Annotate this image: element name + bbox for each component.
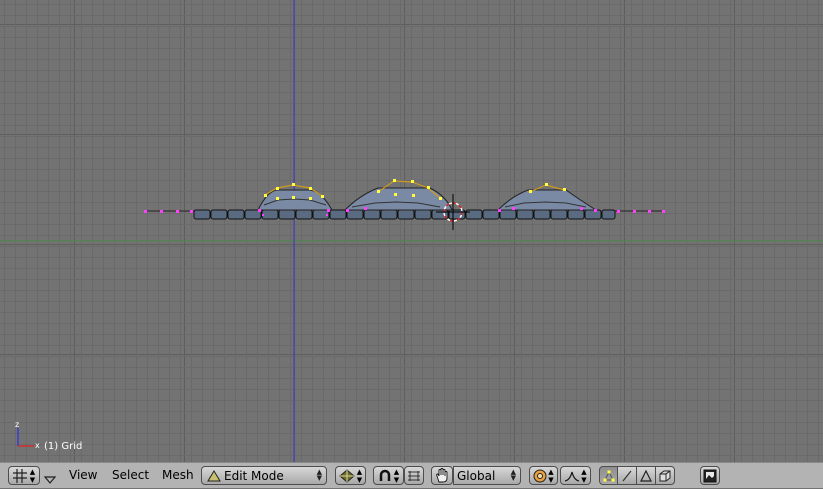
object-info-label: (1) Grid bbox=[44, 441, 83, 452]
mesh-scene bbox=[0, 0, 823, 462]
combo-arrows-icon: ▲ ▼ bbox=[510, 468, 516, 482]
vertex-select-button[interactable] bbox=[599, 466, 618, 485]
face-select-button[interactable] bbox=[637, 466, 656, 485]
falloff-selector[interactable]: ▲ ▼ bbox=[560, 466, 591, 485]
menu-view[interactable]: View bbox=[69, 468, 97, 482]
triangle-down-icon bbox=[43, 476, 57, 484]
menu-select[interactable]: Select bbox=[112, 468, 149, 482]
vertex-select-icon bbox=[603, 470, 614, 481]
collapse-menus-triangle[interactable] bbox=[43, 470, 58, 484]
orientation-selector[interactable]: Global ▲ ▼ bbox=[453, 466, 521, 485]
viewport-header: ▲ ▼ View Select Mesh Edit Mode ▲ ▼ ▲ ▼ ▲ ▼ bbox=[0, 462, 823, 488]
proportional-edit-selector[interactable]: ▲ ▼ bbox=[529, 466, 558, 485]
proportional-edit-icon bbox=[533, 469, 547, 482]
menu-mesh[interactable]: Mesh bbox=[162, 468, 194, 482]
grid-icon bbox=[12, 468, 27, 483]
snap-toggle[interactable] bbox=[404, 466, 424, 485]
hand-icon bbox=[436, 468, 448, 483]
window-type-selector[interactable]: ▲ ▼ bbox=[8, 466, 40, 485]
edge-select-button[interactable] bbox=[618, 466, 637, 485]
mesh-triangle-icon bbox=[207, 469, 221, 481]
axis-x-label: x bbox=[35, 441, 40, 450]
magnet-icon bbox=[379, 469, 391, 481]
3d-viewport[interactable]: z x (1) Grid bbox=[0, 0, 823, 462]
mesh-bump-2 bbox=[343, 179, 453, 212]
axis-z-label: z bbox=[15, 420, 19, 429]
draw-type-selector[interactable]: ▲ ▼ bbox=[335, 466, 366, 485]
select-mode-group bbox=[599, 466, 675, 485]
mode-selector[interactable]: Edit Mode ▲ ▼ bbox=[201, 466, 327, 485]
transform-manipulator-toggle[interactable] bbox=[431, 466, 453, 485]
mesh-bump-3 bbox=[496, 183, 598, 212]
edge-select-icon bbox=[622, 470, 632, 481]
falloff-curve-icon bbox=[565, 471, 580, 482]
combo-arrows-icon: ▲ ▼ bbox=[316, 468, 322, 482]
occlude-background-button[interactable] bbox=[656, 466, 675, 485]
occlude-background-icon bbox=[659, 470, 671, 481]
face-select-icon bbox=[640, 469, 652, 482]
mode-label: Edit Mode bbox=[224, 468, 284, 483]
render-button[interactable] bbox=[700, 466, 720, 485]
axes-gizmo: z x bbox=[15, 420, 40, 450]
orientation-label: Global bbox=[457, 468, 496, 483]
base-strip bbox=[193, 209, 616, 220]
pivot-selector[interactable]: ▲ ▼ bbox=[373, 466, 404, 485]
snap-grid-icon bbox=[408, 470, 420, 481]
shaded-sphere-icon bbox=[339, 468, 355, 483]
render-image-icon bbox=[703, 469, 717, 482]
